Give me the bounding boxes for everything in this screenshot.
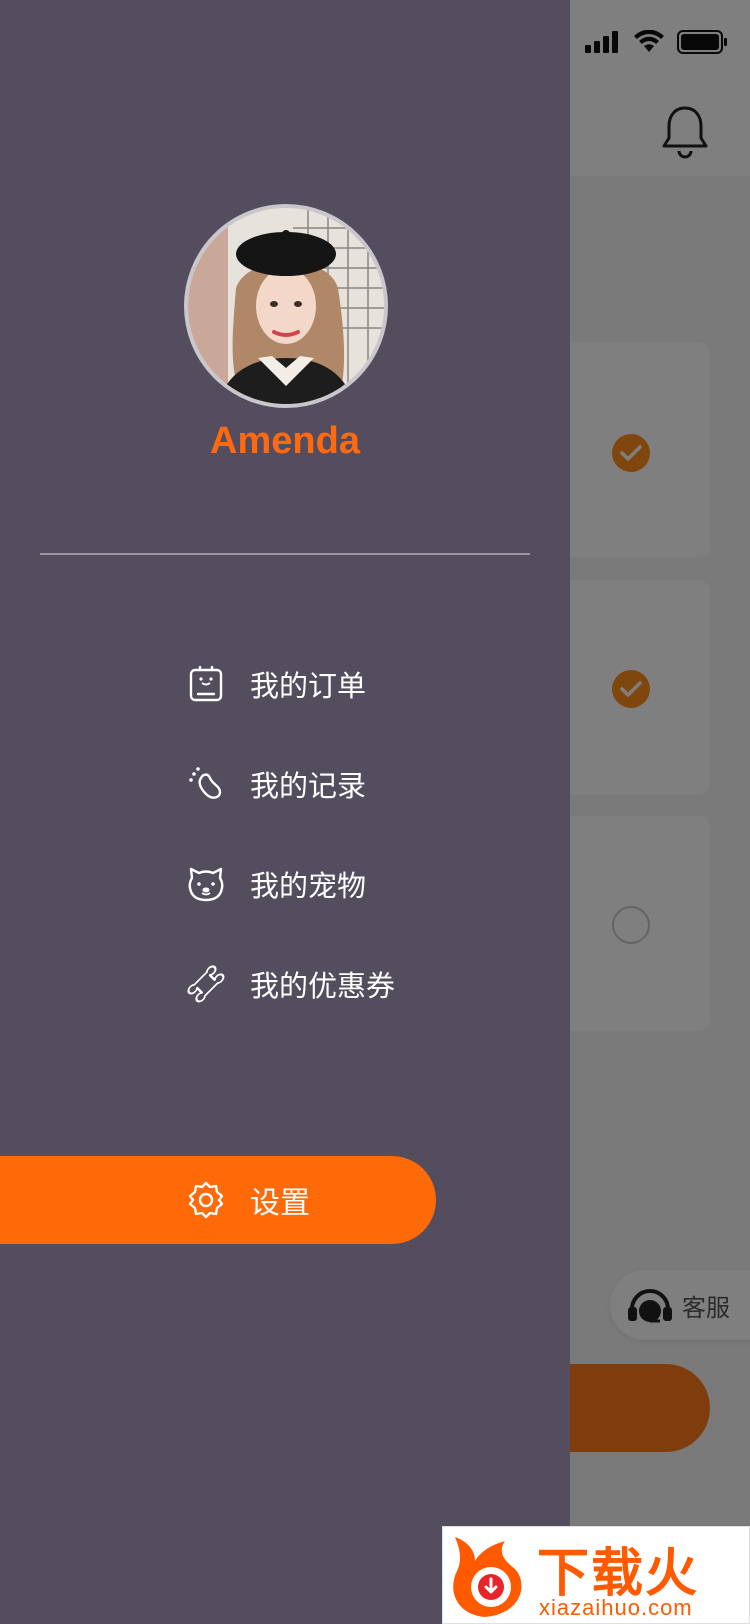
menu-item-my-orders[interactable]: 我的订单 [186, 654, 366, 714]
watermark-url: xiazaihuo.com [539, 1595, 693, 1620]
menu-item-my-coupons[interactable]: 我的优惠券 [186, 954, 395, 1014]
gear-icon [186, 1180, 226, 1220]
avatar[interactable] [184, 204, 388, 408]
footprint-icon [186, 764, 226, 804]
menu-item-my-records[interactable]: 我的记录 [186, 754, 366, 814]
menu-item-label: 我的记录 [250, 769, 367, 803]
settings-label: 设置 [250, 1186, 310, 1221]
pet-face-icon [186, 864, 226, 904]
side-drawer: Amenda 我的订单 我的记录 我的宠物 我的优惠券 设置 [0, 0, 570, 1624]
divider [40, 553, 530, 555]
order-clipboard-icon [186, 664, 226, 704]
watermark: 下载火 xiazaihuo.com [442, 1526, 750, 1624]
bone-coupon-icon [186, 964, 226, 1004]
menu-item-label: 我的宠物 [250, 869, 367, 903]
menu-item-label: 我的订单 [250, 669, 367, 703]
username: Amenda [210, 420, 360, 462]
menu-item-my-pets[interactable]: 我的宠物 [186, 854, 366, 914]
flame-logo-icon [453, 1537, 522, 1617]
settings-button[interactable]: 设置 [0, 1156, 436, 1244]
menu-item-label: 我的优惠券 [250, 969, 396, 1003]
